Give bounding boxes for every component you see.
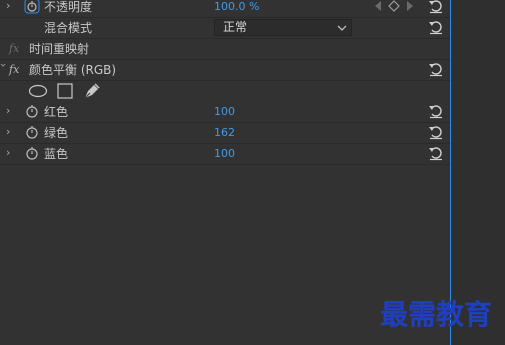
stopwatch-icon[interactable] [24,103,40,119]
green-value[interactable]: 162 [214,126,235,140]
effect-controls-panel: › 不透明度 100.0 % 混合模式 正常 fx 时间重映射 fx 颜色平衡 … [0,0,505,345]
chevron-down-icon [337,25,347,31]
fx-icon[interactable]: fx [9,63,19,76]
pen-mask-icon[interactable] [83,82,101,100]
expand-chevron-icon[interactable]: › [6,126,16,138]
opacity-label: 不透明度 [44,0,93,14]
expand-chevron-icon[interactable]: › [6,0,16,12]
collapse-chevron-icon[interactable]: › [0,63,10,73]
reset-icon[interactable] [428,124,444,140]
color-balance-label: 颜色平衡 (RGB) [29,63,117,77]
color-balance-row[interactable]: › fx 颜色平衡 (RGB) [0,60,452,81]
reset-icon[interactable] [428,19,444,35]
opacity-value[interactable]: 100.0 % [214,0,259,14]
green-label: 绿色 [44,126,69,140]
time-remap-label: 时间重映射 [29,42,90,56]
ellipse-mask-icon[interactable] [28,84,48,98]
next-keyframe-icon [407,1,413,11]
reset-icon[interactable] [428,0,444,14]
blend-mode-label: 混合模式 [44,21,93,35]
reset-icon[interactable] [428,61,444,77]
blend-mode-dropdown[interactable]: 正常 [214,19,352,36]
watermark-text: 最需教育 [380,298,492,331]
blue-label: 蓝色 [44,147,69,161]
expand-chevron-icon[interactable]: › [6,105,16,117]
rectangle-mask-icon[interactable] [57,83,73,99]
keyframe-navigator[interactable] [372,0,416,13]
green-row[interactable]: › 绿色 162 [0,123,452,144]
mask-tools [0,82,452,102]
watermark-logo: 最需教育 [380,298,492,331]
add-keyframe-icon [388,0,400,12]
stopwatch-icon[interactable] [24,145,40,161]
red-row[interactable]: › 红色 100 [0,102,452,123]
blend-mode-row: 混合模式 正常 [0,18,452,39]
stopwatch-icon[interactable] [24,0,40,14]
fx-icon[interactable]: fx [9,42,19,55]
expand-chevron-icon[interactable]: › [6,147,16,159]
opacity-row[interactable]: › 不透明度 100.0 % [0,0,452,18]
blue-value[interactable]: 100 [214,147,235,161]
red-label: 红色 [44,105,69,119]
reset-icon[interactable] [428,103,444,119]
blend-mode-value: 正常 [223,20,248,34]
reset-icon[interactable] [428,145,444,161]
previous-keyframe-icon [375,1,381,11]
time-remap-row[interactable]: fx 时间重映射 [0,39,452,60]
blue-row[interactable]: › 蓝色 100 [0,144,452,165]
stopwatch-icon[interactable] [24,124,40,140]
red-value[interactable]: 100 [214,105,235,119]
